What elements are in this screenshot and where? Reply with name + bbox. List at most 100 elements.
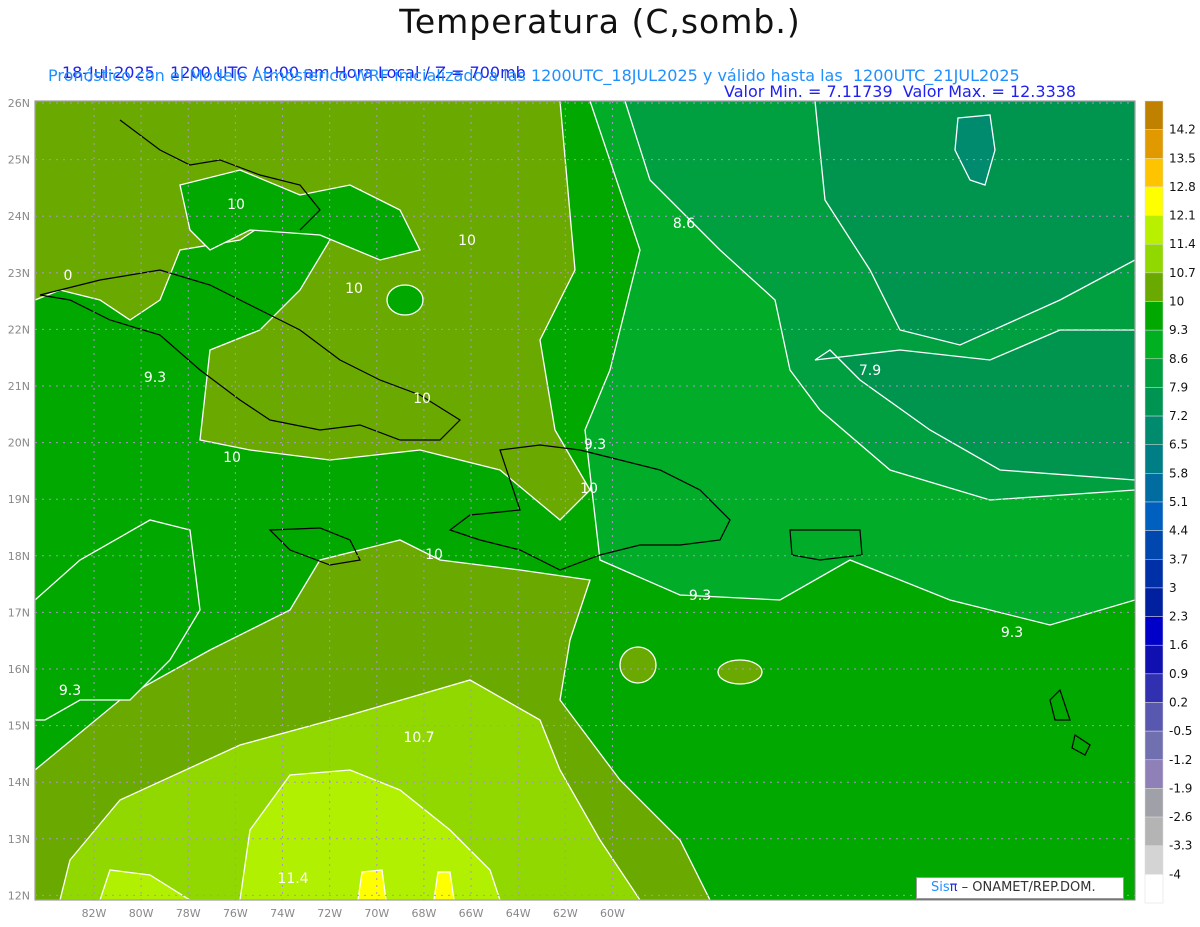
contour-label: 9.3 xyxy=(584,437,606,453)
colorbar-swatch xyxy=(1144,673,1164,703)
lat-tick-label: 26N xyxy=(8,97,30,110)
lat-tick-label: 15N xyxy=(8,720,30,733)
lat-tick-label: 16N xyxy=(8,663,30,676)
colorbar-label: -1.9 xyxy=(1169,781,1192,795)
contour-label: 10 xyxy=(458,233,476,249)
colorbar-swatch xyxy=(1144,329,1164,360)
colorbar-label: -1.2 xyxy=(1169,753,1192,767)
colorbar-label: 12.8 xyxy=(1169,180,1196,194)
lat-tick-label: 18N xyxy=(8,550,30,563)
colorbar-label: 12.1 xyxy=(1169,209,1196,223)
colorbar-label: 0.2 xyxy=(1169,696,1188,710)
colorbar-label: 9.3 xyxy=(1169,323,1188,337)
lon-tick-label: 60W xyxy=(600,907,625,920)
colorbar-label: 13.5 xyxy=(1169,151,1196,165)
contour-label: 9.3 xyxy=(1001,625,1023,641)
lon-tick-label: 78W xyxy=(176,907,201,920)
contour-label: 10 xyxy=(413,391,431,407)
lat-tick-label: 21N xyxy=(8,380,30,393)
lat-tick-label: 17N xyxy=(8,606,30,619)
colorbar-swatch xyxy=(1144,215,1164,245)
colorbar-swatch xyxy=(1144,702,1164,732)
colorbar-label: 0.9 xyxy=(1169,667,1188,681)
lat-tick-label: 12N xyxy=(8,889,30,902)
logo-text: – ONAMET/REP.DOM. xyxy=(957,880,1096,895)
colorbar-swatch xyxy=(1144,530,1164,560)
contour-label: 8.6 xyxy=(673,216,695,232)
colorbar-swatch xyxy=(1144,415,1164,445)
colorbar-label: 2.3 xyxy=(1169,610,1188,624)
onamet-logo: Sisπ – ONAMET/REP.DOM. xyxy=(916,877,1124,899)
colorbar-label: -0.5 xyxy=(1169,724,1192,738)
colorbar-swatch xyxy=(1144,243,1164,274)
lon-tick-label: 62W xyxy=(553,907,578,920)
band-10-blob xyxy=(619,646,657,684)
colorbar-label: 1.6 xyxy=(1169,638,1188,652)
colorbar-swatch xyxy=(1144,616,1164,646)
colorbar-swatch xyxy=(1144,186,1164,216)
contour-label: 9.3 xyxy=(144,370,166,386)
colorbar-swatch xyxy=(1144,587,1164,617)
lon-tick-label: 70W xyxy=(364,907,389,920)
lon-tick-label: 80W xyxy=(129,907,154,920)
lat-tick-label: 20N xyxy=(8,437,30,450)
map-figure: 10 10 10 9.3 10 10 9.3 10 10 8.6 7.9 9.3 9.3 9.3 10.7 1… xyxy=(8,97,1196,920)
colorbar-swatch xyxy=(1144,272,1164,302)
colorbar-swatch xyxy=(1144,501,1164,531)
contour-label: 9.3 xyxy=(689,588,711,604)
colorbar-label: 5.1 xyxy=(1169,495,1188,509)
colorbar-label: 10 xyxy=(1169,295,1184,309)
colorbar-label: 6.5 xyxy=(1169,438,1188,452)
band-9-3-blob xyxy=(386,284,424,316)
colorbar-swatch xyxy=(1144,358,1164,388)
colorbar-swatch xyxy=(1144,730,1164,761)
colorbar-label: 8.6 xyxy=(1169,352,1188,366)
colorbar-swatch xyxy=(1144,874,1164,904)
colorbar-label: 3.7 xyxy=(1169,552,1188,566)
colorbar-swatch xyxy=(1144,473,1164,503)
colorbar-label: 3 xyxy=(1169,581,1177,595)
colorbar-swatch xyxy=(1144,788,1164,818)
lon-tick-label: 66W xyxy=(459,907,484,920)
colorbar-swatch xyxy=(1144,100,1164,130)
lon-tick-label: 64W xyxy=(506,907,531,920)
contour-label: 10.7 xyxy=(403,730,434,746)
contour-label: 7.9 xyxy=(859,363,881,379)
colorbar-swatch xyxy=(1144,759,1164,789)
temperature-field xyxy=(35,101,1135,900)
lon-tick-label: 68W xyxy=(411,907,436,920)
lat-tick-label: 25N xyxy=(8,154,30,167)
colorbar-swatch xyxy=(1144,301,1164,331)
contour-label: 10 xyxy=(227,197,245,213)
colorbar-swatch xyxy=(1144,559,1164,589)
band-10-blob xyxy=(717,659,763,685)
colorbar-label: 7.9 xyxy=(1169,380,1188,394)
contour-label: 9.3 xyxy=(59,683,81,699)
colorbar-swatch xyxy=(1144,158,1164,188)
colorbar-swatch xyxy=(1144,845,1164,875)
contour-label: 11.4 xyxy=(277,871,308,887)
lat-tick-label: 13N xyxy=(8,833,30,846)
contour-label: 10 xyxy=(425,547,443,563)
lon-tick-label: 76W xyxy=(223,907,248,920)
colorbar-label: 4.4 xyxy=(1169,524,1188,538)
colorbar-label: 5.8 xyxy=(1169,466,1188,480)
lat-tick-label: 24N xyxy=(8,210,30,223)
colorbar-swatch xyxy=(1144,816,1164,846)
contour-label: 10 xyxy=(223,450,241,466)
logo-sis: Sis xyxy=(931,880,950,895)
lon-tick-label: 74W xyxy=(270,907,295,920)
contour-label: 0 xyxy=(64,268,73,284)
colorbar-swatch xyxy=(1144,644,1164,675)
colorbar-label: 14.2 xyxy=(1169,123,1196,137)
colorbar-label: 11.4 xyxy=(1169,237,1196,251)
contour-label: 10 xyxy=(580,481,598,497)
colorbar: 14.2 13.5 12.8 12.1 11.4 10.7 10 9.3 8.6 7.9 7.2 6.… xyxy=(1144,100,1196,904)
lon-tick-label: 82W xyxy=(82,907,107,920)
band-12-1-b xyxy=(433,871,455,900)
lat-tick-label: 23N xyxy=(8,267,30,280)
contour-label: 10 xyxy=(345,281,363,297)
lat-tick-label: 19N xyxy=(8,493,30,506)
colorbar-label: -3.3 xyxy=(1169,839,1192,853)
colorbar-label: -4 xyxy=(1169,867,1181,881)
